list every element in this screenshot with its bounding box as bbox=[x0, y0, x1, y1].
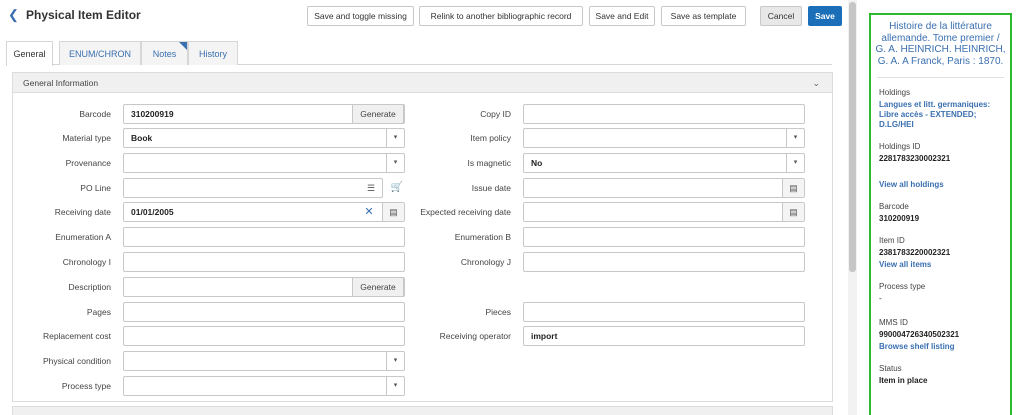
view-all-items-link[interactable]: View all items bbox=[879, 260, 1010, 270]
calendar-icon[interactable]: ▤ bbox=[782, 179, 804, 197]
save-and-edit-button[interactable]: Save and Edit bbox=[589, 6, 655, 26]
description-generate-button[interactable]: Generate bbox=[352, 277, 404, 297]
holdings-id-value: 2281783230002321 bbox=[879, 154, 951, 163]
save-and-toggle-missing-button[interactable]: Save and toggle missing bbox=[307, 6, 414, 26]
editor-pane: ❮ Physical Item Editor Save and toggle m… bbox=[0, 0, 848, 415]
issue-date-field[interactable]: ▤ bbox=[523, 178, 805, 198]
header-bar: ❮ Physical Item Editor Save and toggle m… bbox=[0, 0, 848, 32]
chevron-down-icon: ▾ bbox=[386, 377, 404, 395]
mms-id-label: MMS ID bbox=[879, 318, 908, 327]
barcode-summary-label: Barcode bbox=[879, 202, 909, 211]
page-title: Physical Item Editor bbox=[26, 8, 141, 22]
process-type-summary-value: - bbox=[879, 294, 882, 303]
scrollbar-thumb[interactable] bbox=[849, 2, 856, 272]
holdings-label: Holdings bbox=[879, 88, 911, 97]
tab-notes[interactable]: Notes bbox=[141, 41, 188, 65]
provenance-label: Provenance bbox=[65, 158, 111, 168]
description-field[interactable]: Generate bbox=[123, 277, 405, 297]
chronology-j-label: Chronology J bbox=[460, 257, 511, 267]
process-type-label: Process type bbox=[61, 381, 111, 391]
tab-history[interactable]: History bbox=[188, 41, 238, 65]
relink-button[interactable]: Relink to another bibliographic record bbox=[419, 6, 583, 26]
tab-notes-label: Notes bbox=[152, 49, 177, 59]
enumeration-b-input[interactable] bbox=[523, 227, 805, 247]
physical-condition-label: Physical condition bbox=[42, 356, 111, 366]
pages-label: Pages bbox=[86, 307, 111, 317]
tab-enum-chron[interactable]: ENUM/CHRON bbox=[59, 41, 141, 65]
holdings-link[interactable]: Langues et litt. germaniques: Libre accè… bbox=[879, 100, 1010, 130]
copy-id-label: Copy ID bbox=[480, 109, 511, 119]
barcode-summary-value: 310200919 bbox=[879, 214, 920, 223]
material-type-value: Book bbox=[131, 133, 153, 143]
chevron-down-icon: ▾ bbox=[386, 352, 404, 370]
enumeration-b-label: Enumeration B bbox=[454, 232, 511, 242]
notes-indicator-icon bbox=[179, 42, 187, 50]
chevron-left-icon[interactable]: ❮ bbox=[8, 8, 19, 22]
description-label: Description bbox=[68, 282, 111, 292]
next-section-header[interactable] bbox=[12, 406, 833, 415]
receiving-date-label: Receiving date bbox=[54, 207, 111, 217]
item-policy-label: Item policy bbox=[470, 133, 511, 143]
section-title: General Information bbox=[23, 78, 99, 88]
is-magnetic-value: No bbox=[531, 158, 543, 168]
physical-condition-select[interactable]: ▾ bbox=[123, 351, 405, 371]
divider bbox=[877, 77, 1004, 78]
cancel-button[interactable]: Cancel bbox=[760, 6, 802, 26]
tab-general[interactable]: General bbox=[6, 41, 53, 66]
po-line-label: PO Line bbox=[80, 183, 111, 193]
chevron-down-icon: ▾ bbox=[786, 154, 804, 172]
replacement-cost-label: Replacement cost bbox=[42, 331, 111, 341]
barcode-value: 310200919 bbox=[131, 109, 174, 119]
pieces-label: Pieces bbox=[485, 307, 511, 317]
po-line-field[interactable]: ☰ bbox=[123, 178, 383, 198]
is-magnetic-select[interactable]: No ▾ bbox=[523, 153, 805, 173]
enumeration-a-label: Enumeration A bbox=[55, 232, 111, 242]
item-id-value: 2381783220002321 bbox=[879, 248, 951, 257]
receiving-date-value: 01/01/2005 bbox=[131, 207, 174, 217]
pieces-input[interactable] bbox=[523, 302, 805, 322]
item-policy-select[interactable]: ▾ bbox=[523, 128, 805, 148]
item-summary-panel: Histoire de la littérature allemande. To… bbox=[869, 13, 1012, 415]
tab-bar: General ENUM/CHRON Notes History bbox=[6, 41, 832, 66]
browse-shelf-listing-link[interactable]: Browse shelf listing bbox=[879, 342, 1010, 352]
status-label: Status bbox=[879, 364, 902, 373]
process-type-select[interactable]: ▾ bbox=[123, 376, 405, 396]
chronology-i-label: Chronology I bbox=[62, 257, 111, 267]
mms-id-value: 990004726340502321 bbox=[879, 330, 960, 339]
issue-date-label: Issue date bbox=[471, 183, 511, 193]
chevron-down-icon[interactable]: ⌄ bbox=[812, 73, 820, 93]
bib-title-link[interactable]: Histoire de la littérature allemande. To… bbox=[875, 21, 1006, 67]
is-magnetic-label: Is magnetic bbox=[467, 158, 511, 168]
app-root: ❮ Physical Item Editor Save and toggle m… bbox=[0, 0, 1024, 415]
receiving-operator-label: Receiving operator bbox=[439, 331, 511, 341]
process-type-summary-label: Process type bbox=[879, 282, 926, 291]
view-all-holdings-link[interactable]: View all holdings bbox=[879, 180, 1010, 190]
save-button[interactable]: Save bbox=[808, 6, 842, 26]
material-type-label: Material type bbox=[62, 133, 111, 143]
barcode-label: Barcode bbox=[79, 109, 111, 119]
chevron-down-icon: ▾ bbox=[786, 129, 804, 147]
expected-receiving-date-field[interactable]: ▤ bbox=[523, 202, 805, 222]
item-id-label: Item ID bbox=[879, 236, 905, 245]
receiving-operator-input[interactable]: import bbox=[523, 326, 805, 346]
status-value: Item in place bbox=[879, 376, 928, 385]
calendar-icon[interactable]: ▤ bbox=[782, 203, 804, 221]
holdings-id-label: Holdings ID bbox=[879, 142, 921, 151]
scrollbar[interactable] bbox=[848, 0, 857, 415]
section-header[interactable]: General Information ⌄ bbox=[13, 73, 832, 93]
save-as-template-button[interactable]: Save as template bbox=[661, 6, 746, 26]
copy-id-input[interactable] bbox=[523, 104, 805, 124]
chronology-j-input[interactable] bbox=[523, 252, 805, 272]
expected-receiving-date-label: Expected receiving date bbox=[420, 207, 511, 217]
